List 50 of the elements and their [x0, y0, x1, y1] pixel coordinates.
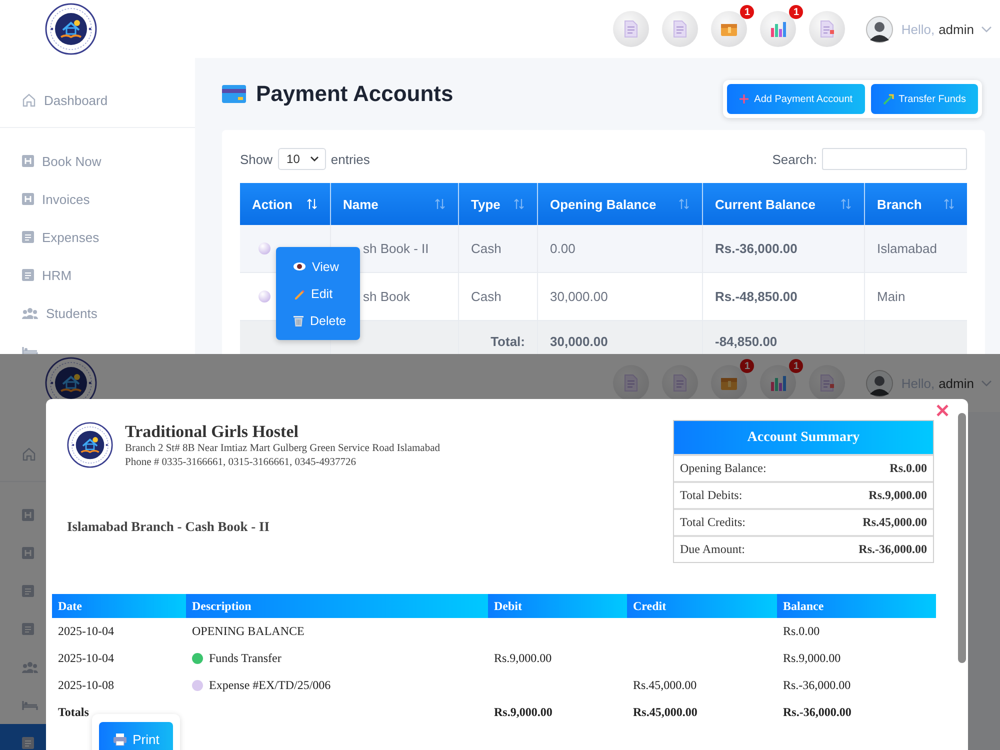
table-cell-text: Islamabad: [876, 240, 938, 258]
table-cell-text: Totals: [57, 704, 90, 721]
summary-value: Rs.9,000.00: [868, 488, 927, 503]
notification-badge: 1: [740, 359, 754, 373]
table-cell: Cash: [459, 225, 538, 272]
table-cell: 0.00: [538, 225, 703, 272]
page-title: Payment Accounts: [256, 81, 454, 107]
table-cell-text: Main: [876, 288, 906, 306]
company-address: Branch 2 St# 8B Near Imtiaz Mart Gulberg Green Service Road Islamabad: [125, 442, 440, 456]
column-header: Debit: [488, 594, 627, 618]
table-cell-text: Rs.0.00: [782, 623, 821, 640]
column-header: Description: [186, 594, 488, 618]
table-cell-text: 2025-10-04: [57, 623, 115, 640]
table-cell-text: Rs.45,000.00: [632, 704, 698, 721]
table-cell: Expense #EX/TD/25/006: [209, 678, 331, 693]
summary-label: Opening Balance:: [680, 461, 766, 476]
table-cell-text: Rs.9,000.00: [493, 650, 553, 667]
table-cell-text: Rs.-36,000.00: [782, 677, 852, 694]
column-header: Balance: [777, 594, 936, 618]
table-cell: OPENING BALANCE: [192, 624, 304, 639]
table-cell-text: Rs.9,000.00: [782, 650, 842, 667]
show-label: Show: [240, 152, 273, 166]
table-cell: 30,000.00: [538, 273, 703, 320]
table-cell-text: 2025-10-04: [57, 650, 115, 667]
notification-badge: 1: [789, 359, 804, 373]
greeting-text: Hello,: [901, 22, 935, 36]
table-cell-text: Rs.9,000.00: [493, 704, 554, 721]
summary-value: Rs.-36,000.00: [858, 542, 927, 557]
table-cell-text: Rs.-36,000.00: [782, 704, 852, 721]
notification-badge: 1: [740, 5, 754, 19]
notification-badge: 1: [789, 5, 804, 19]
search-label: Search:: [772, 152, 817, 166]
column-header: Credit: [627, 594, 777, 618]
summary-value: Rs.0.00: [890, 461, 927, 476]
summary-value: Rs.45,000.00: [862, 515, 927, 530]
summary-title: Account Summary: [674, 421, 933, 454]
account-title: Islamabad Branch - Cash Book - II: [67, 519, 271, 535]
summary-label: Total Debits:: [680, 488, 742, 503]
table-cell: Rs.-36,000.00: [703, 225, 865, 272]
entries-label: entries: [330, 152, 370, 166]
summary-label: Due Amount:: [680, 542, 745, 557]
table-cell: Funds Transfer: [209, 651, 282, 666]
table-cell: Cash: [459, 273, 538, 320]
company-name: Traditional Girls Hostel: [125, 422, 300, 442]
company-phone: Phone # 0335-3166661, 0315-3166661, 0345-4937726: [125, 456, 357, 470]
table-cell-text: Rs.45,000.00: [632, 677, 698, 694]
summary-label: Total Credits:: [680, 515, 746, 530]
table-cell-text: 2025-10-08: [57, 677, 115, 694]
column-header: Date: [52, 594, 186, 618]
table-cell: Rs.-48,850.00: [703, 273, 865, 320]
